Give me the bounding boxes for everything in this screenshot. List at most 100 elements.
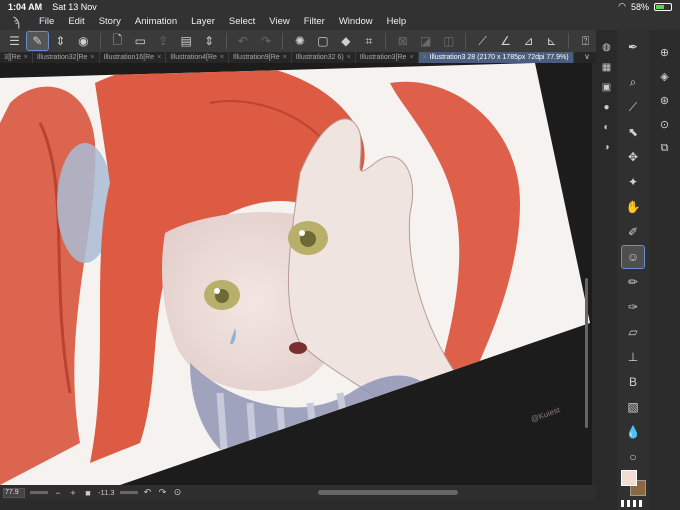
zoom-field[interactable]: 77.9 xyxy=(3,487,25,498)
stepper-arrows-icon[interactable]: ⇕ xyxy=(199,32,220,50)
brush-settings-icon[interactable]: ◉ xyxy=(73,32,94,50)
close-icon[interactable]: × xyxy=(409,54,413,61)
invert-selection-icon[interactable]: ◪ xyxy=(415,32,436,50)
command-bar: ☰ ✎ ⇕ ◉ 🗋 ▭ ⇪ ▤ ⇕ ↶ ↷ ✺ ▢ ◆ ⌗ ⊠ ◪ ◫ ⟋ ∠ … xyxy=(0,30,596,52)
eraser-pen-icon[interactable]: ✐ xyxy=(622,221,644,243)
document-tab[interactable]: Illustration4[Re × xyxy=(166,52,229,63)
export-icon[interactable]: ▤ xyxy=(176,32,197,50)
sub-tool-icon[interactable]: ▦ xyxy=(600,60,614,74)
fill-icon[interactable]: 💧 xyxy=(622,421,644,443)
tab-overflow-chevron-icon[interactable]: ∨ xyxy=(578,52,596,63)
hamburger-menu-icon[interactable]: ☰ xyxy=(4,32,25,50)
menu-edit[interactable]: Edit xyxy=(61,16,91,27)
document-tab-active[interactable]: × Illustration3 28 (2170 x 1785px 72dpi 7… xyxy=(418,52,574,63)
gradient-icon[interactable]: ▧ xyxy=(622,396,644,418)
fill-bucket-icon[interactable]: ◆ xyxy=(335,32,356,50)
selection-area-icon[interactable]: ◫ xyxy=(438,32,459,50)
document-tab[interactable]: Illustration3[Re × xyxy=(356,52,419,63)
brush-density-icon[interactable]: ◐ xyxy=(600,120,614,134)
undo-icon[interactable]: ↶ xyxy=(233,32,254,50)
menu-select[interactable]: Select xyxy=(222,16,262,27)
hand-icon[interactable]: ✋ xyxy=(622,196,644,218)
pen-tool-icon[interactable]: ✎ xyxy=(25,31,49,51)
canvas-status-bar: 77.9 − + ■ -11.3 ↶ ↷ ⊙ xyxy=(0,485,596,500)
close-icon[interactable]: × xyxy=(24,54,28,61)
stabilization-icon[interactable]: ◑ xyxy=(600,140,614,154)
zoom-out-icon[interactable]: − xyxy=(53,488,63,498)
layer-stack-icon[interactable]: ⧉ xyxy=(657,140,673,156)
palette-dock: ◍ ▦ ▣ ● ◐ ◑ xyxy=(596,30,617,510)
rotation-slider[interactable] xyxy=(119,491,138,494)
main-color-swatch[interactable] xyxy=(621,470,637,486)
redo-icon[interactable]: ↷ xyxy=(256,32,277,50)
menu-story[interactable]: Story xyxy=(92,16,128,27)
fit-icon[interactable]: ■ xyxy=(83,488,93,498)
close-icon[interactable]: × xyxy=(90,54,94,61)
menu-animation[interactable]: Animation xyxy=(128,16,184,27)
document-tab[interactable]: Illustration9[Re × xyxy=(229,52,292,63)
zoom-slider[interactable] xyxy=(30,491,48,494)
reset-rotation-icon[interactable]: ⊙ xyxy=(173,487,183,498)
document-tab[interactable]: Illustration16[Re × xyxy=(100,52,167,63)
navigator-panel-icon[interactable]: ⊕ xyxy=(657,44,673,60)
eyedropper-icon[interactable]: ⟋ xyxy=(622,96,644,118)
figure-icon[interactable]: ○ xyxy=(622,446,644,468)
loading-spinner-icon[interactable]: ✺ xyxy=(289,32,310,50)
menu-filter[interactable]: Filter xyxy=(297,16,332,27)
close-icon[interactable]: × xyxy=(157,54,161,61)
document-tab[interactable]: Illustration32[Re × xyxy=(33,52,100,63)
status-time: 1:04 AM xyxy=(8,1,43,12)
save-icon[interactable]: ⇪ xyxy=(153,32,174,50)
new-file-icon[interactable]: 🗋 xyxy=(107,32,128,50)
horizontal-scrollbar[interactable] xyxy=(317,490,458,495)
layers-icon[interactable]: ◈ xyxy=(657,68,673,84)
vertical-scrollbar[interactable] xyxy=(585,278,588,428)
close-icon[interactable]: × xyxy=(347,54,351,61)
blend-icon[interactable]: ⊥ xyxy=(622,346,644,368)
emoji-decoration-icon[interactable]: ☺ xyxy=(621,245,645,269)
rotation-value[interactable]: -11.3 xyxy=(98,488,115,497)
ruler-pen-icon[interactable]: ⟋ xyxy=(472,32,493,50)
history-icon[interactable]: ⊙ xyxy=(657,116,673,132)
drawing-canvas[interactable]: @Kuiest xyxy=(0,63,592,485)
artwork: @Kuiest xyxy=(0,63,590,485)
layer-property-icon[interactable]: ⊛ xyxy=(657,92,673,108)
document-tab[interactable]: Illustration32 6) × xyxy=(292,52,356,63)
stroke-pen-icon[interactable]: ∠ xyxy=(495,32,516,50)
eraser-icon[interactable]: ▱ xyxy=(622,321,644,343)
deselect-icon[interactable]: ⊠ xyxy=(392,32,413,50)
close-icon[interactable]: × xyxy=(423,54,427,61)
angle-pen-icon[interactable]: ⊿ xyxy=(518,32,539,50)
open-folder-icon[interactable]: ▭ xyxy=(130,32,151,50)
crop-icon[interactable]: ⌗ xyxy=(358,32,379,50)
navigator-icon[interactable]: ◍ xyxy=(600,40,614,54)
pencil-icon[interactable]: ✏ xyxy=(622,271,644,293)
material-icon[interactable]: ▣ xyxy=(600,80,614,94)
close-icon[interactable]: × xyxy=(220,54,224,61)
updown-arrows-icon[interactable]: ⇕ xyxy=(50,32,71,50)
menu-window[interactable]: Window xyxy=(332,16,380,27)
text-icon[interactable]: B xyxy=(622,371,644,393)
close-icon[interactable]: × xyxy=(283,54,287,61)
brush-pen-icon[interactable]: ✒ xyxy=(622,36,644,58)
tool-palette: ✒ ⌕ ⟋ ⬉ ✥ ✦ ✋ ✐ ☺ ✏ ✑ ▱ ⊥ B ▧ 💧 ○ ↖ xyxy=(617,30,649,510)
transform-pen-icon[interactable]: ⊾ xyxy=(541,32,562,50)
document-tab[interactable]: 3][Re × xyxy=(0,52,33,63)
operation-icon[interactable]: ⬉ xyxy=(622,121,644,143)
brush-size-icon[interactable]: ● xyxy=(600,100,614,114)
magic-wand-icon[interactable]: ✦ xyxy=(622,171,644,193)
marker-icon[interactable]: ✑ xyxy=(622,296,644,318)
menu-layer[interactable]: Layer xyxy=(184,16,222,27)
transparent-color-swatch[interactable] xyxy=(621,500,645,507)
clear-icon[interactable]: ▢ xyxy=(312,32,333,50)
zoom-icon[interactable]: ⌕ xyxy=(622,71,644,93)
app-logo-icon[interactable]: ϡ xyxy=(0,14,32,29)
menu-file[interactable]: File xyxy=(32,16,61,27)
zoom-in-icon[interactable]: + xyxy=(68,488,78,498)
menu-help[interactable]: Help xyxy=(380,16,414,27)
rotate-left-icon[interactable]: ↶ xyxy=(143,487,153,498)
help-icon[interactable]: ⍰ xyxy=(575,32,596,50)
move-icon[interactable]: ✥ xyxy=(622,146,644,168)
rotate-right-icon[interactable]: ↷ xyxy=(158,487,168,498)
menu-view[interactable]: View xyxy=(262,16,296,27)
